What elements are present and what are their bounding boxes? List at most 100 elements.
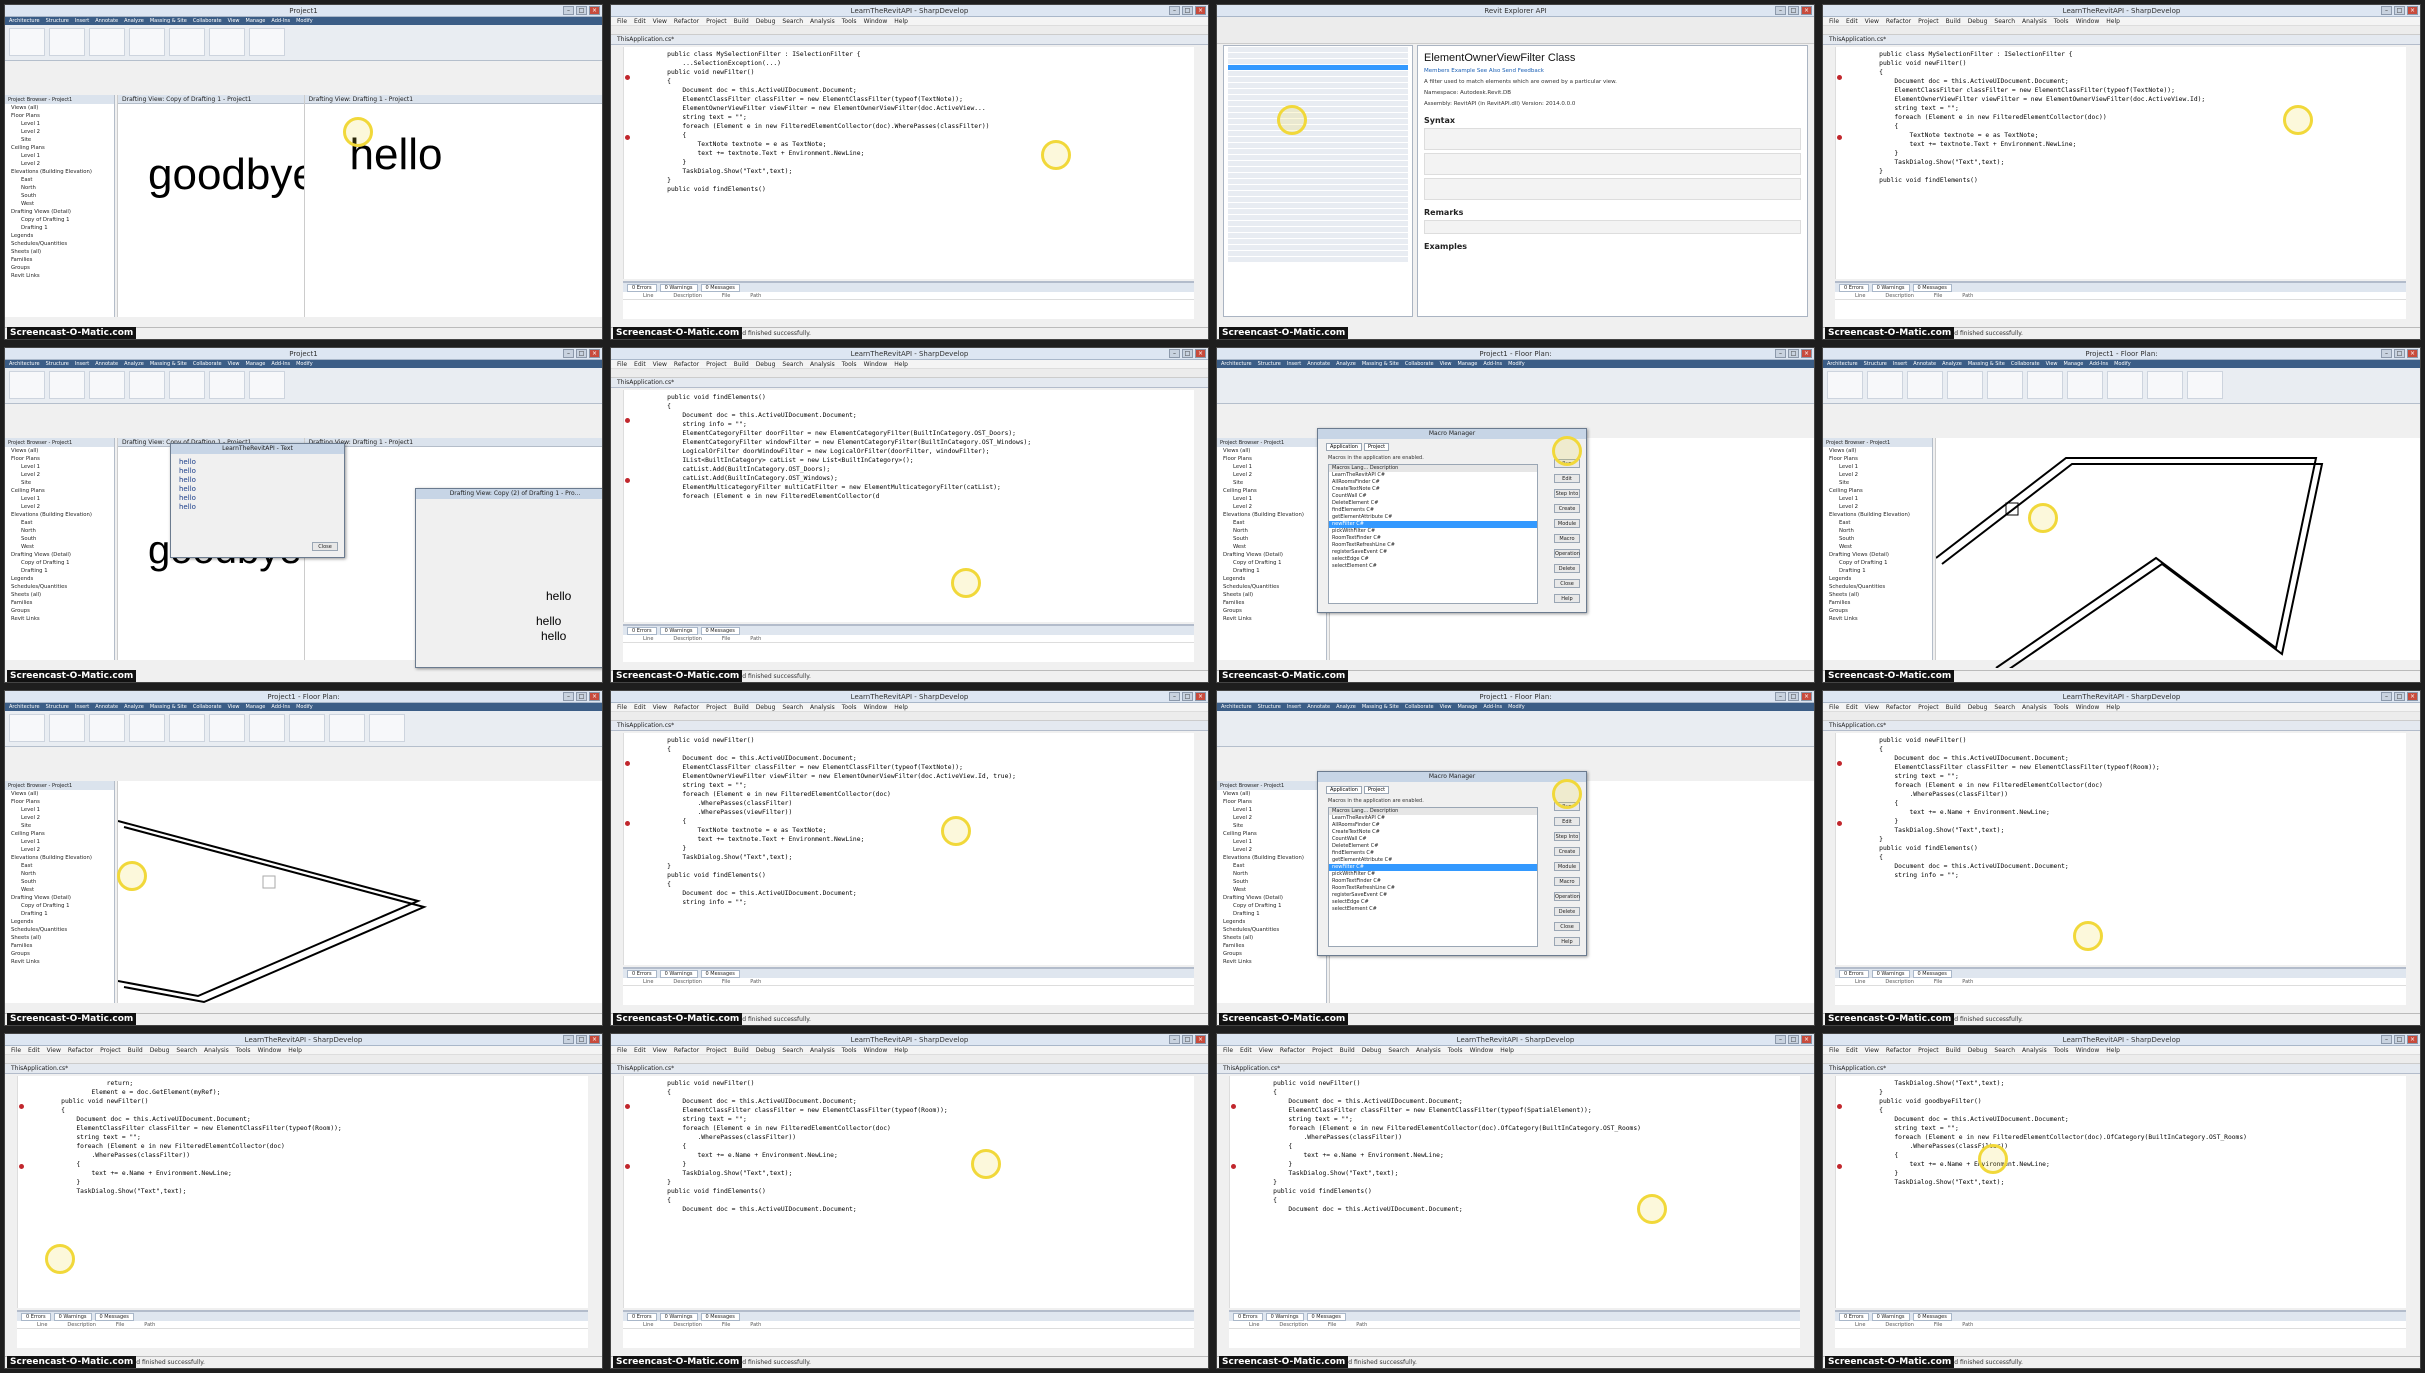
minimize-icon[interactable]: – — [1775, 6, 1786, 15]
browser-item[interactable]: Groups — [1823, 607, 1932, 615]
macro-button[interactable]: Macro — [1554, 877, 1580, 886]
browser-item[interactable]: Level 1 — [1217, 806, 1326, 814]
ribbon-tab[interactable]: Collaborate — [193, 18, 222, 24]
ribbon-tab[interactable]: Annotate — [95, 704, 118, 710]
browser-item[interactable]: Level 1 — [1217, 495, 1326, 503]
browser-item[interactable]: Level 2 — [5, 814, 114, 822]
ribbon-tab[interactable]: Collaborate — [193, 704, 222, 710]
menu-item[interactable]: Window — [1470, 1047, 1494, 1054]
code-editor[interactable]: public void newFilter() { Document doc =… — [1835, 733, 2406, 965]
error-tab[interactable]: 0 Warnings — [1265, 1312, 1304, 1321]
menu-item[interactable]: Edit — [634, 704, 646, 711]
close-icon[interactable]: × — [2407, 349, 2418, 358]
browser-item[interactable]: Groups — [5, 950, 114, 958]
menu-item[interactable]: Window — [258, 1047, 282, 1054]
help-index-item[interactable] — [1228, 251, 1408, 256]
document-tab[interactable]: ThisApplication.cs* — [1823, 35, 2420, 45]
ribbon-tab[interactable]: Analyze — [124, 704, 144, 710]
ribbon-tab[interactable]: Massing & Site — [1968, 361, 2005, 367]
browser-item[interactable]: Floor Plans — [5, 112, 114, 120]
browser-item[interactable]: Level 1 — [5, 152, 114, 160]
help-index-item[interactable] — [1228, 47, 1408, 52]
menu-item[interactable]: Edit — [1846, 704, 1858, 711]
error-tab[interactable]: 0 Messages — [1912, 283, 1952, 292]
breakpoint-icon[interactable] — [625, 135, 630, 140]
close-icon[interactable]: × — [2407, 692, 2418, 701]
macro-row[interactable]: newFilter C# — [1329, 864, 1537, 871]
menu-item[interactable]: Analysis — [810, 704, 835, 711]
help-index-item[interactable] — [1228, 203, 1408, 208]
browser-item[interactable]: North — [1823, 527, 1932, 535]
browser-item[interactable]: Level 2 — [5, 128, 114, 136]
ribbon-tab[interactable]: Collaborate — [193, 361, 222, 367]
ribbon-tab[interactable]: Structure — [1864, 361, 1887, 367]
maximize-icon[interactable]: □ — [576, 1035, 587, 1044]
error-tab[interactable]: 0 Messages — [700, 626, 740, 635]
ribbon-tab[interactable]: Structure — [46, 18, 69, 24]
help-index-item[interactable] — [1228, 125, 1408, 130]
menu-item[interactable]: Analysis — [810, 1047, 835, 1054]
browser-item[interactable]: Drafting Views (Detail) — [5, 894, 114, 902]
ribbon-tab[interactable]: Manage — [246, 361, 266, 367]
browser-item[interactable]: Level 1 — [5, 120, 114, 128]
menu-item[interactable]: Edit — [28, 1047, 40, 1054]
browser-item[interactable]: Level 1 — [1217, 838, 1326, 846]
browser-item[interactable]: Copy of Drafting 1 — [1217, 559, 1326, 567]
ribbon-tab[interactable]: Insert — [75, 361, 89, 367]
error-tab[interactable]: 0 Errors — [1839, 1312, 1869, 1321]
menu-item[interactable]: Window — [2076, 18, 2100, 25]
help-index-item[interactable] — [1228, 119, 1408, 124]
menu-item[interactable]: Edit — [634, 361, 646, 368]
browser-item[interactable]: Level 1 — [1823, 495, 1932, 503]
help-index-item[interactable] — [1228, 245, 1408, 250]
room-tag-box[interactable] — [262, 875, 276, 889]
error-tab[interactable]: 0 Messages — [1912, 1312, 1952, 1321]
menu-item[interactable]: Edit — [1240, 1047, 1252, 1054]
browser-item[interactable]: South — [1217, 535, 1326, 543]
ribbon-tab[interactable]: Add-Ins — [1483, 704, 1502, 710]
ribbon-tab[interactable]: Add-Ins — [271, 361, 290, 367]
ribbon-tab[interactable]: Annotate — [1913, 361, 1936, 367]
document-tab[interactable]: ThisApplication.cs* — [1217, 1064, 1814, 1074]
browser-item[interactable]: Drafting 1 — [5, 224, 114, 232]
macro-row[interactable]: selectElement C# — [1329, 563, 1537, 570]
browser-item[interactable]: Legends — [1823, 575, 1932, 583]
help-index-item[interactable] — [1228, 59, 1408, 64]
menu-item[interactable]: Tools — [2054, 1047, 2069, 1054]
error-tab[interactable]: 0 Messages — [700, 283, 740, 292]
minimize-icon[interactable]: – — [563, 692, 574, 701]
browser-item[interactable]: Level 2 — [1217, 471, 1326, 479]
menu-item[interactable]: Analysis — [810, 361, 835, 368]
ribbon-tab[interactable]: Analyze — [1942, 361, 1962, 367]
macro-row[interactable]: LearnTheRevitAPI C# — [1329, 815, 1537, 822]
menu-item[interactable]: Edit — [1846, 1047, 1858, 1054]
breakpoint-icon[interactable] — [1837, 821, 1842, 826]
browser-item[interactable]: Schedules/Quantities — [5, 583, 114, 591]
menu-item[interactable]: Help — [894, 361, 908, 368]
macro-button[interactable]: Operation — [1554, 892, 1580, 901]
browser-item[interactable]: Level 1 — [5, 463, 114, 471]
menu-item[interactable]: Refactor — [68, 1047, 93, 1054]
menu-item[interactable]: Debug — [1362, 1047, 1382, 1054]
macro-button[interactable]: Close — [1554, 579, 1580, 588]
browser-item[interactable]: Families — [1823, 599, 1932, 607]
code-editor[interactable]: public class MySelectionFilter : ISelect… — [623, 47, 1194, 279]
browser-item[interactable]: North — [5, 527, 114, 535]
error-tab[interactable]: 0 Errors — [21, 1312, 51, 1321]
breakpoint-icon[interactable] — [19, 1164, 24, 1169]
menu-item[interactable]: Analysis — [2022, 1047, 2047, 1054]
ribbon-tab[interactable]: View — [1440, 361, 1452, 367]
help-index-item[interactable] — [1228, 179, 1408, 184]
macro-row[interactable]: DeleteElement C# — [1329, 843, 1537, 850]
error-tab[interactable]: 0 Warnings — [1871, 1312, 1910, 1321]
ribbon-tab[interactable]: Analyze — [1336, 361, 1356, 367]
menu-item[interactable]: Build — [1946, 1047, 1961, 1054]
ribbon-tab[interactable]: Modify — [2114, 361, 2131, 367]
menu-item[interactable]: View — [1865, 1047, 1879, 1054]
browser-item[interactable]: Copy of Drafting 1 — [5, 902, 114, 910]
macro-row[interactable]: DeleteElement C# — [1329, 500, 1537, 507]
browser-item[interactable]: Level 2 — [5, 503, 114, 511]
browser-item[interactable]: Schedules/Quantities — [5, 926, 114, 934]
browser-item[interactable]: Views (all) — [1217, 447, 1326, 455]
help-index-item[interactable] — [1228, 173, 1408, 178]
